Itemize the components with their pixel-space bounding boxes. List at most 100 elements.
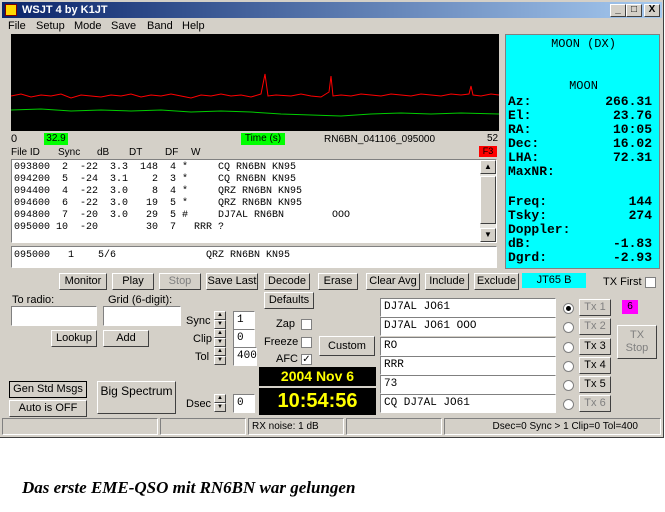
scroll-down-icon[interactable]: ▼ (480, 228, 496, 242)
scroll-up-icon[interactable]: ▲ (480, 160, 496, 174)
tx6-radio[interactable] (563, 399, 574, 410)
average-panel: 095000 1 5/6 QRZ RN6BN KN95 (11, 246, 497, 268)
decode-row[interactable]: 094800 7 -20 3.0 29 5 # DJ7AL RN6BN OOO (14, 210, 494, 222)
decode-headers: File ID Sync dB DT DF W (11, 147, 481, 159)
moon-header: MOON (DX) (551, 37, 616, 51)
moon-row-ra: RA: 10:05 (508, 122, 652, 137)
decode-list[interactable]: 093800 2 -22 3.3 148 4 * CQ RN6BN KN95 0… (11, 159, 497, 243)
big-spectrum-button[interactable]: Big Spectrum (97, 381, 176, 414)
status-cell-2 (160, 418, 246, 435)
tx3-button[interactable]: Tx 3 (579, 338, 611, 355)
decode-row[interactable]: 095000 10 -20 30 7 RRR ? (14, 222, 494, 234)
tx-stop-button[interactable]: TX Stop (617, 325, 657, 359)
tol-input[interactable]: 400 (233, 347, 257, 366)
clock-time: 10:54:56 (259, 388, 376, 415)
header-fileid: File ID (11, 147, 40, 158)
decode-row[interactable]: 094200 5 -24 3.1 2 3 * CQ RN6BN KN95 (14, 174, 494, 186)
scale-left: 0 (11, 133, 18, 145)
defaults-button[interactable]: Defaults (264, 292, 314, 309)
tx5-radio[interactable] (563, 380, 574, 391)
auto-button[interactable]: Auto is OFF (9, 400, 87, 417)
minimize-button[interactable]: _ (610, 4, 626, 17)
grid-input[interactable] (103, 306, 181, 326)
moon-row-maxnr: MaxNR: (508, 164, 555, 179)
sync-input[interactable]: 1 (233, 311, 255, 330)
tx2-radio[interactable] (563, 322, 574, 333)
header-dt: DT (129, 147, 143, 158)
tx-message-5[interactable]: 73 (380, 375, 556, 394)
spectrum-display[interactable] (10, 34, 500, 131)
moon-row-el: El: 23.76 (508, 108, 652, 123)
decode-row[interactable]: 094400 4 -22 3.0 8 4 * QRZ RN6BN KN95 (14, 186, 494, 198)
add-button[interactable]: Add (103, 330, 149, 347)
include-button[interactable]: Include (425, 273, 469, 290)
tx4-button[interactable]: Tx 4 (579, 357, 611, 374)
tx-first-checkbox[interactable] (645, 277, 656, 288)
tx2-button[interactable]: Tx 2 (579, 318, 611, 335)
tx5-button[interactable]: Tx 5 (579, 376, 611, 393)
dsec-input[interactable]: 0 (233, 394, 255, 413)
play-button[interactable]: Play (112, 273, 154, 290)
mode-indicator: JT65 B (522, 273, 586, 288)
sync-indicator: 32.9 (44, 133, 68, 145)
scroll-thumb[interactable] (480, 176, 496, 224)
status-rx-noise: RX noise: 1 dB (248, 418, 344, 435)
tx-message-2[interactable]: DJ7AL JO61 OOO (380, 317, 556, 336)
menu-setup[interactable]: Setup (36, 18, 65, 34)
moon-row-lha: LHA: 72.31 (508, 150, 652, 165)
tx1-radio[interactable] (563, 303, 574, 314)
menu-mode[interactable]: Mode (74, 18, 102, 34)
tol-spinner[interactable]: ▲ ▼ (214, 347, 226, 365)
moon-row-db: dB: -1.83 (508, 236, 652, 251)
save-last-button[interactable]: Save Last (206, 273, 258, 290)
tx-message-1[interactable]: DJ7AL JO61 (380, 298, 556, 317)
moon-row-tsky: Tsky: 274 (508, 208, 652, 223)
to-radio-input[interactable] (11, 306, 97, 326)
filename-label: RN6BN_041106_095000 (324, 134, 436, 145)
dsec-spinner[interactable]: ▲ ▼ (214, 394, 226, 412)
wsjt-window: WSJT 4 by K1JT _ □ X File Setup Mode Sav… (0, 0, 664, 438)
lookup-button[interactable]: Lookup (51, 330, 97, 347)
tx-message-3[interactable]: RO (380, 337, 556, 356)
moon-panel: MOON (DX) MOON Az: 266.31 El: 23.76 RA: 10:… (505, 34, 660, 269)
menu-help[interactable]: Help (182, 18, 205, 34)
status-info: Dsec=0 Sync > 1 Clip=0 Tol=400 (444, 418, 661, 435)
freeze-checkbox[interactable] (301, 337, 312, 348)
status-cell-4 (346, 418, 442, 435)
tx1-button[interactable]: Tx 1 (579, 299, 611, 316)
tx-message-6[interactable]: CQ DJ7AL JO61 (380, 394, 556, 413)
gen-std-msgs-button[interactable]: Gen Std Msgs (9, 381, 87, 398)
stop-button[interactable]: Stop (159, 273, 201, 290)
moon-row-doppler: Doppler: (508, 222, 571, 237)
header-w: W (191, 147, 201, 158)
tx-first-label: TX First (603, 276, 642, 288)
zap-checkbox[interactable] (301, 319, 312, 330)
maximize-button[interactable]: □ (626, 4, 642, 17)
decode-scrollbar[interactable]: ▲ ▼ (480, 160, 496, 242)
menu-band[interactable]: Band (147, 18, 173, 34)
sync-spinner[interactable]: ▲ ▼ (214, 311, 226, 329)
decode-row[interactable]: 093800 2 -22 3.3 148 4 * CQ RN6BN KN95 (14, 162, 494, 174)
clear-avg-button[interactable]: Clear Avg (366, 273, 420, 290)
clip-spinner[interactable]: ▲ ▼ (214, 329, 226, 347)
exclude-button[interactable]: Exclude (474, 273, 519, 290)
decode-row[interactable]: 094600 6 -22 3.0 19 5 * QRZ RN6BN KN95 (14, 198, 494, 210)
afc-checkbox[interactable]: ✓ (301, 354, 312, 365)
clip-input[interactable]: 0 (233, 329, 255, 348)
afc-label: AFC (276, 353, 298, 365)
title-bar[interactable]: WSJT 4 by K1JT _ □ X (2, 2, 662, 18)
decode-button[interactable]: Decode (264, 273, 310, 290)
tx-message-4[interactable]: RRR (380, 356, 556, 375)
erase-button[interactable]: Erase (318, 273, 358, 290)
tx4-radio[interactable] (563, 361, 574, 372)
menu-save[interactable]: Save (111, 18, 136, 34)
tx6-button[interactable]: Tx 6 (579, 395, 611, 412)
tx3-radio[interactable] (563, 342, 574, 353)
close-button[interactable]: X (644, 4, 660, 17)
f3-indicator: F3 (479, 146, 497, 157)
clock-date: 2004 Nov 6 (259, 367, 376, 386)
custom-button[interactable]: Custom (319, 336, 375, 356)
menu-file[interactable]: File (8, 18, 26, 34)
monitor-button[interactable]: Monitor (59, 273, 107, 290)
app-icon (5, 4, 17, 16)
